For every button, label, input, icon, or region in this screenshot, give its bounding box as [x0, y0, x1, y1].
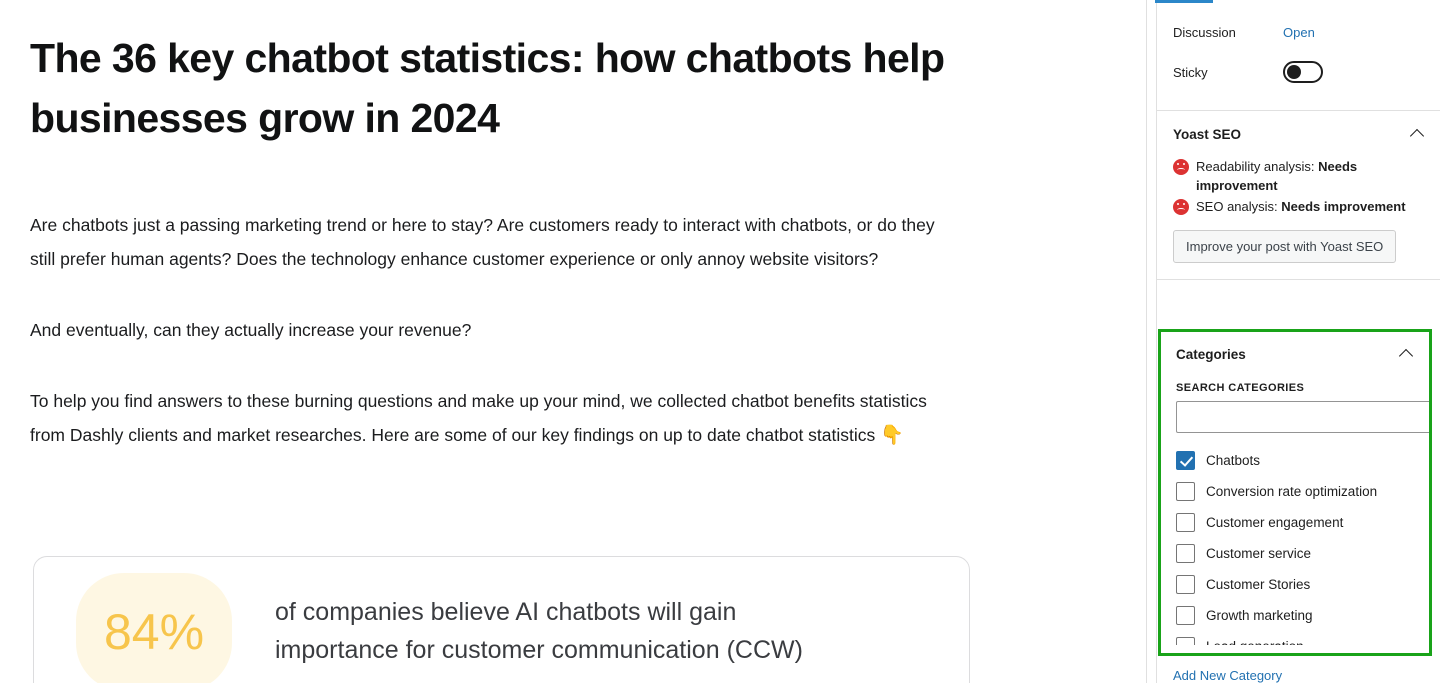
statistic-description: of companies believe AI chatbots will ga…	[275, 598, 803, 664]
list-item[interactable]: Customer service	[1176, 538, 1429, 569]
statistic-value: 84%	[103, 604, 205, 660]
checkbox-icon[interactable]	[1176, 482, 1195, 501]
add-new-category-link[interactable]: Add New Category	[1173, 668, 1282, 683]
yoast-panel-header[interactable]: Yoast SEO	[1173, 111, 1425, 157]
yoast-readability-text: Readability analysis: Needs improvement	[1196, 157, 1425, 195]
post-title[interactable]: The 36 key chatbot statistics: how chatb…	[30, 28, 960, 148]
statistic-badge: 84%	[76, 573, 232, 683]
category-label: Chatbots	[1206, 453, 1261, 468]
checkbox-checked-icon[interactable]	[1176, 451, 1195, 470]
row-discussion[interactable]: Discussion Open	[1173, 12, 1425, 52]
paragraph-1[interactable]: Are chatbots just a passing marketing tr…	[30, 208, 950, 276]
list-item[interactable]: Chatbots	[1176, 445, 1429, 476]
categories-panel-header[interactable]: Categories	[1176, 332, 1414, 372]
discussion-label: Discussion	[1173, 24, 1236, 40]
discussion-value-link[interactable]: Open	[1283, 25, 1315, 40]
wordpress-post-editor: The 36 key chatbot statistics: how chatb…	[0, 0, 1440, 683]
pointing-down-icon: 👇	[880, 425, 904, 446]
checkbox-icon[interactable]	[1176, 513, 1195, 532]
categories-inner: Categories SEARCH CATEGORIES Chatbots Co…	[1161, 332, 1429, 653]
post-body[interactable]: Are chatbots just a passing marketing tr…	[30, 208, 950, 490]
yoast-panel-title: Yoast SEO	[1173, 126, 1242, 142]
post-content-canvas[interactable]: The 36 key chatbot statistics: how chatb…	[0, 0, 1146, 683]
categories-list[interactable]: Chatbots Conversion rate optimization Cu…	[1176, 445, 1432, 645]
category-label: Customer service	[1206, 546, 1312, 561]
statistic-card[interactable]: 84% of companies believe AI chatbots wil…	[33, 556, 970, 683]
panel-categories: Categories SEARCH CATEGORIES Chatbots Co…	[1158, 329, 1432, 656]
list-item[interactable]: Conversion rate optimization	[1176, 476, 1429, 507]
paragraph-3[interactable]: To help you find answers to these burnin…	[30, 384, 950, 453]
frowning-face-icon	[1173, 199, 1189, 215]
sticky-toggle[interactable]	[1283, 61, 1323, 83]
yoast-seo-analysis: SEO analysis: Needs improvement	[1173, 197, 1425, 216]
yoast-panel-body: Readability analysis: Needs improvement …	[1173, 157, 1425, 279]
checkbox-icon[interactable]	[1176, 606, 1195, 625]
checkbox-icon[interactable]	[1176, 575, 1195, 594]
categories-list-scrollbar[interactable]	[1431, 451, 1432, 641]
category-label: Conversion rate optimization	[1206, 484, 1378, 499]
search-categories-input[interactable]	[1176, 401, 1429, 433]
category-label: Customer engagement	[1206, 515, 1344, 530]
panel-post-options: Discussion Open Sticky	[1157, 0, 1440, 111]
frowning-face-icon	[1173, 159, 1189, 175]
scrollbar-thumb[interactable]	[1431, 451, 1432, 497]
paragraph-2[interactable]: And eventually, can they actually increa…	[30, 313, 950, 347]
paragraph-3-text: To help you find answers to these burnin…	[30, 391, 927, 445]
yoast-readability-prefix: Readability analysis:	[1196, 159, 1319, 174]
list-item[interactable]: Growth marketing	[1176, 600, 1429, 631]
list-item[interactable]: Lead generation	[1176, 631, 1429, 645]
sticky-toggle-knob	[1287, 65, 1301, 79]
checkbox-icon[interactable]	[1176, 544, 1195, 563]
active-tab-indicator	[1155, 0, 1213, 3]
category-label: Customer Stories	[1206, 577, 1311, 592]
categories-panel-title: Categories	[1176, 346, 1246, 362]
chevron-up-icon[interactable]	[1400, 347, 1414, 361]
yoast-seo-prefix: SEO analysis:	[1196, 199, 1282, 214]
list-item[interactable]: Customer Stories	[1176, 569, 1429, 600]
improve-post-button[interactable]: Improve your post with Yoast SEO	[1173, 230, 1397, 263]
checkbox-icon[interactable]	[1176, 637, 1195, 645]
list-item[interactable]: Customer engagement	[1176, 507, 1429, 538]
search-categories-label: SEARCH CATEGORIES	[1176, 382, 1305, 394]
yoast-readability-analysis: Readability analysis: Needs improvement	[1173, 157, 1425, 195]
sticky-label: Sticky	[1173, 64, 1208, 80]
yoast-seo-text: SEO analysis: Needs improvement	[1196, 197, 1406, 216]
chevron-up-icon[interactable]	[1411, 127, 1425, 141]
category-label: Growth marketing	[1206, 608, 1313, 623]
yoast-seo-status: Needs improvement	[1281, 199, 1406, 214]
panel-yoast-seo: Yoast SEO Readability analysis: Needs im…	[1157, 111, 1440, 280]
category-label: Lead generation	[1206, 639, 1304, 645]
row-sticky[interactable]: Sticky	[1173, 52, 1425, 92]
